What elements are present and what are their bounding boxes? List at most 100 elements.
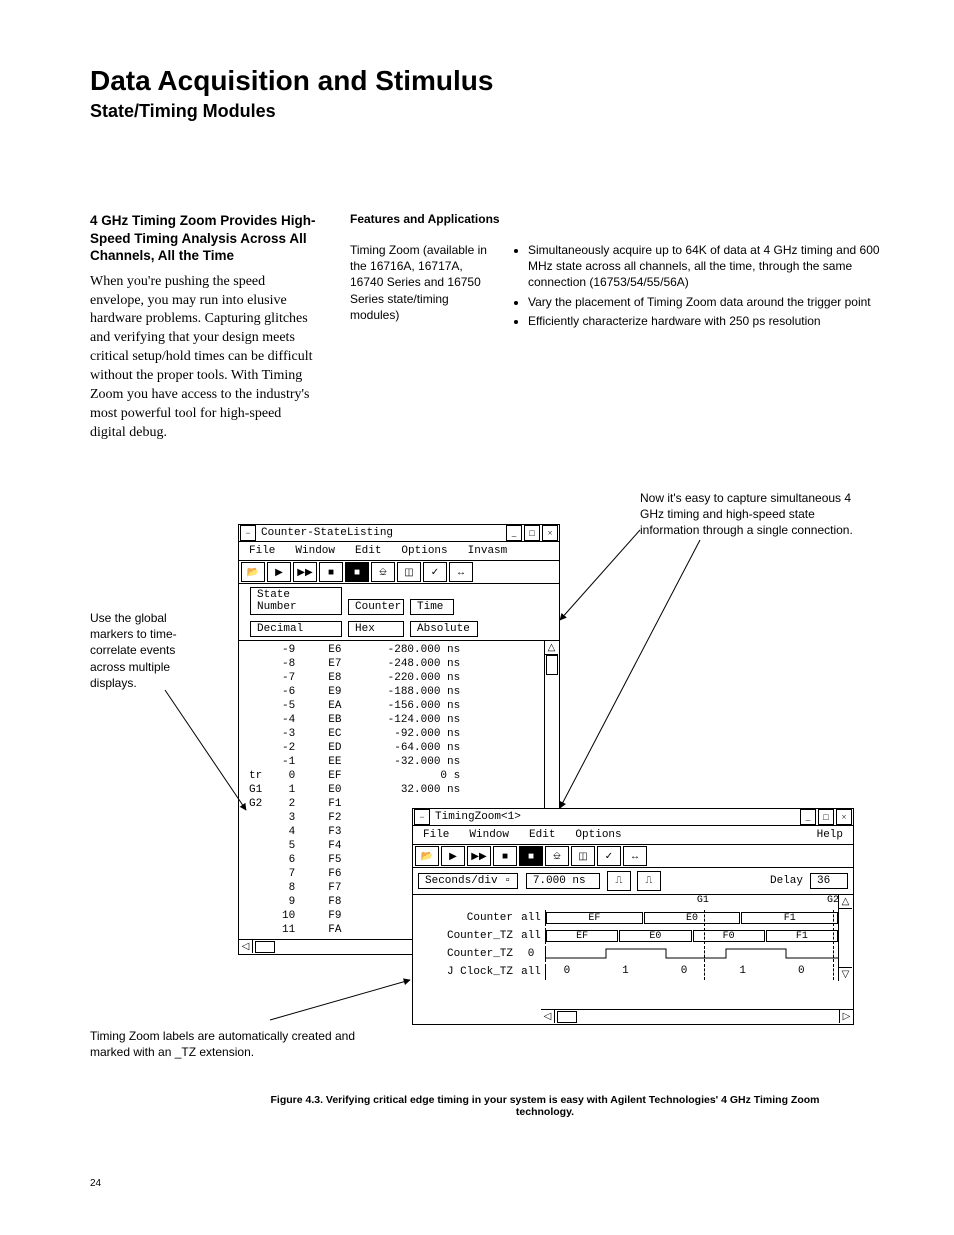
signal-rows: CounterallEFE0F1Counter_TZallEFE0F0F1Cou… xyxy=(413,909,853,981)
feature-bullet: Simultaneously acquire up to 64K of data… xyxy=(528,242,894,291)
digital-value: 1 xyxy=(622,965,629,977)
digital-value: 1 xyxy=(739,965,746,977)
delay-label: Delay xyxy=(770,875,803,887)
fmt-state[interactable]: Decimal xyxy=(250,621,342,637)
stop-all-icon[interactable]: ■ xyxy=(519,846,543,866)
stop-all-icon[interactable]: ■ xyxy=(345,562,369,582)
stop-icon[interactable]: ■ xyxy=(493,846,517,866)
bus-segment: E0 xyxy=(619,930,691,942)
timebase-value[interactable]: 7.000 ns xyxy=(526,873,600,889)
open-icon[interactable]: 📂 xyxy=(415,846,439,866)
group-icon[interactable]: ⎒ xyxy=(371,562,395,582)
menu-window[interactable]: Window xyxy=(459,829,519,841)
signal-row: Counter_TZ0 xyxy=(413,945,853,963)
signal-row: Counter_TZallEFE0F0F1 xyxy=(413,927,853,945)
fmt-time[interactable]: Absolute xyxy=(410,621,478,637)
col-counter[interactable]: Counter xyxy=(348,599,404,615)
run-icon[interactable]: ▶ xyxy=(441,846,465,866)
menubar: File Window Edit Options Invasm xyxy=(239,542,559,561)
menu-help[interactable]: Help xyxy=(807,829,853,841)
signal-format: all xyxy=(517,930,545,942)
markers-icon[interactable]: ◫ xyxy=(571,846,595,866)
close-icon[interactable]: × xyxy=(836,809,852,825)
features-heading: Features and Applications xyxy=(350,212,894,226)
scroll-up-icon[interactable]: △ xyxy=(839,895,852,909)
feature-bullet: Efficiently characterize hardware with 2… xyxy=(528,313,894,329)
scroll-left-icon[interactable]: ◁ xyxy=(239,940,253,953)
feature-bullet: Vary the placement of Timing Zoom data a… xyxy=(528,294,894,310)
run-repeat-icon[interactable]: ▶▶ xyxy=(467,846,491,866)
col-time[interactable]: Time xyxy=(410,599,454,615)
menu-invasm[interactable]: Invasm xyxy=(458,545,518,557)
check-icon[interactable]: ✓ xyxy=(423,562,447,582)
run-repeat-icon[interactable]: ▶▶ xyxy=(293,562,317,582)
markers-icon[interactable]: ◫ xyxy=(397,562,421,582)
menu-edit[interactable]: Edit xyxy=(345,545,391,557)
signal-format: all xyxy=(517,912,545,924)
menubar: File Window Edit Options Help xyxy=(413,826,853,845)
callout-left: Use the global markers to time-correlate… xyxy=(90,610,210,691)
close-icon[interactable]: × xyxy=(542,525,558,541)
check-icon[interactable]: ✓ xyxy=(597,846,621,866)
intro-body: When you're pushing the speed envelope, … xyxy=(90,273,320,443)
window-timing-zoom: − TimingZoom<1> _ □ × File Window Edit O… xyxy=(412,808,854,1025)
scroll-thumb-h[interactable] xyxy=(255,941,275,953)
window-title: Counter-StateListing xyxy=(257,527,505,539)
features-bullets: Simultaneously acquire up to 64K of data… xyxy=(514,242,894,329)
scroll-left-icon[interactable]: ◁ xyxy=(541,1010,555,1023)
bus-segment: F1 xyxy=(741,912,838,924)
stop-icon[interactable]: ■ xyxy=(319,562,343,582)
menu-edit[interactable]: Edit xyxy=(519,829,565,841)
scroll-up-icon[interactable]: △ xyxy=(545,641,558,655)
menu-file[interactable]: File xyxy=(413,829,459,841)
sysmenu-icon[interactable]: − xyxy=(414,809,430,825)
menu-options[interactable]: Options xyxy=(391,545,457,557)
fmt-counter[interactable]: Hex xyxy=(348,621,404,637)
zoom-in-icon[interactable]: ⎍ xyxy=(637,871,661,891)
toolbar: 📂 ▶ ▶▶ ■ ■ ⎒ ◫ ✓ ↔ xyxy=(413,845,853,868)
menu-file[interactable]: File xyxy=(239,545,285,557)
timebase-button[interactable]: Seconds/div ▫ xyxy=(418,873,518,889)
signal-waveform[interactable]: EFE0F1 xyxy=(545,910,839,926)
bus-segment: F1 xyxy=(766,930,838,942)
digital-value: 0 xyxy=(564,965,571,977)
scroll-down-icon[interactable]: ▽ xyxy=(839,967,852,981)
signal-format: all xyxy=(517,966,545,978)
col-state[interactable]: State Number xyxy=(250,587,342,615)
signal-label: Counter xyxy=(413,912,517,924)
page-title: Data Acquisition and Stimulus xyxy=(90,65,894,97)
run-icon[interactable]: ▶ xyxy=(267,562,291,582)
maximize-icon[interactable]: □ xyxy=(524,525,540,541)
group-icon[interactable]: ⎒ xyxy=(545,846,569,866)
signal-waveform[interactable] xyxy=(545,946,839,962)
digital-value: 0 xyxy=(798,965,805,977)
callout-right: Now it's easy to capture simultaneous 4 … xyxy=(640,490,860,539)
scroll-thumb[interactable] xyxy=(546,655,558,675)
minimize-icon[interactable]: _ xyxy=(506,525,522,541)
open-icon[interactable]: 📂 xyxy=(241,562,265,582)
menu-window[interactable]: Window xyxy=(285,545,345,557)
vertical-scrollbar[interactable]: △ ▽ xyxy=(838,895,853,981)
signal-row: J Clock_TZall01010 xyxy=(413,963,853,981)
marker-g1[interactable]: G1 xyxy=(697,895,709,906)
bus-segment: E0 xyxy=(644,912,741,924)
sysmenu-icon[interactable]: − xyxy=(240,525,256,541)
maximize-icon[interactable]: □ xyxy=(818,809,834,825)
bus-segment: EF xyxy=(546,930,618,942)
callout-bottom: Timing Zoom labels are automatically cre… xyxy=(90,1028,390,1060)
bus-segment: EF xyxy=(546,912,643,924)
menu-options[interactable]: Options xyxy=(565,829,631,841)
signal-format: 0 xyxy=(517,948,545,960)
goto-icon[interactable]: ↔ xyxy=(449,562,473,582)
horizontal-scrollbar[interactable]: ◁ ▷ xyxy=(541,1009,853,1024)
minimize-icon[interactable]: _ xyxy=(800,809,816,825)
signal-row: CounterallEFE0F1 xyxy=(413,909,853,927)
scroll-right-icon[interactable]: ▷ xyxy=(839,1010,853,1023)
settings-icon[interactable]: ↔ xyxy=(623,846,647,866)
zoom-out-icon[interactable]: ⎍ xyxy=(607,871,631,891)
signal-label: Counter_TZ xyxy=(413,930,517,942)
delay-value[interactable]: 36 xyxy=(810,873,848,889)
signal-waveform[interactable]: EFE0F0F1 xyxy=(545,928,839,944)
scroll-thumb-h[interactable] xyxy=(557,1011,577,1023)
signal-waveform[interactable]: 01010 xyxy=(545,964,839,980)
